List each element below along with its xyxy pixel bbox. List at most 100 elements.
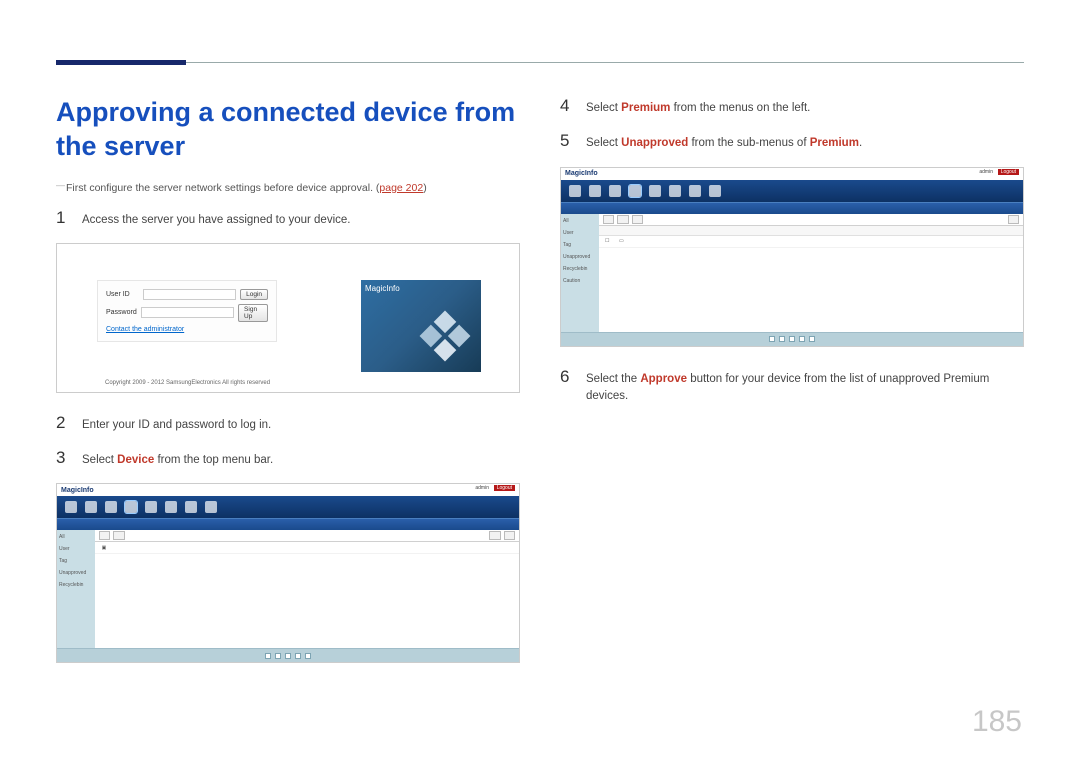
- thumb-icon: ▣: [95, 545, 113, 551]
- menu-icon[interactable]: [185, 501, 197, 513]
- menu-icon[interactable]: [105, 501, 117, 513]
- sidebar-item-unapproved[interactable]: Unapproved: [563, 254, 597, 260]
- screenshot-login: User ID Login Password Sign Up Contact t…: [56, 243, 520, 393]
- sidebar-item[interactable]: All: [59, 534, 93, 540]
- control-bar: [599, 214, 1023, 226]
- brand-panel: MagicInfo: [361, 280, 481, 372]
- note-text: First configure the server network setti…: [66, 182, 379, 194]
- step-number: 3: [56, 448, 70, 468]
- page-header-rule: [56, 62, 1024, 63]
- keyword-device: Device: [117, 454, 154, 466]
- step-number: 6: [560, 367, 574, 387]
- signup-button[interactable]: Sign Up: [238, 304, 268, 322]
- pager-dot-icon[interactable]: [769, 336, 775, 342]
- step-text: Select Premium from the menus on the lef…: [586, 100, 1024, 117]
- step-text-pre: Select: [586, 137, 621, 149]
- menu-icon[interactable]: [205, 501, 217, 513]
- login-button[interactable]: Login: [240, 289, 268, 300]
- pager-dot-icon[interactable]: [799, 336, 805, 342]
- sidebar-item[interactable]: Recyclebin: [59, 582, 93, 588]
- pager-dot-icon[interactable]: [809, 336, 815, 342]
- pager-dot-icon[interactable]: [779, 336, 785, 342]
- page-header-accent: [56, 60, 186, 65]
- toolbar-button[interactable]: [617, 215, 628, 224]
- app-titlebar: MagicInfo admin Logout: [561, 168, 1023, 180]
- sidebar-item[interactable]: User: [59, 546, 93, 552]
- toolbar-button[interactable]: [99, 531, 110, 540]
- user-id-field[interactable]: [143, 289, 236, 300]
- sidebar-item[interactable]: User: [563, 230, 597, 236]
- device-menu-icon[interactable]: [629, 185, 641, 197]
- pager-dot-icon[interactable]: [285, 653, 291, 659]
- sidebar-item[interactable]: All: [563, 218, 597, 224]
- step-text-post: .: [859, 137, 862, 149]
- step-text-pre: Select: [586, 102, 621, 114]
- step-number: 2: [56, 413, 70, 433]
- menu-icon[interactable]: [649, 185, 661, 197]
- menu-icon[interactable]: [689, 185, 701, 197]
- keyword-approve: Approve: [640, 373, 687, 385]
- step-4: 4 Select Premium from the menus on the l…: [560, 96, 1024, 117]
- menu-icon[interactable]: [65, 501, 77, 513]
- menu-icon[interactable]: [709, 185, 721, 197]
- pager-dot-icon[interactable]: [789, 336, 795, 342]
- top-menu-bar: [57, 496, 519, 518]
- step-2: 2 Enter your ID and password to log in.: [56, 413, 520, 434]
- menu-icon[interactable]: [609, 185, 621, 197]
- logout-button[interactable]: Logout: [998, 169, 1019, 175]
- menu-icon[interactable]: [145, 501, 157, 513]
- menu-icon[interactable]: [85, 501, 97, 513]
- step-number: 4: [560, 96, 574, 116]
- login-copyright: Copyright 2009 - 2012 SamsungElectronics…: [105, 380, 270, 386]
- step-5: 5 Select Unapproved from the sub-menus o…: [560, 131, 1024, 152]
- toolbar-button[interactable]: [632, 215, 643, 224]
- screenshot-device-menu: MagicInfo admin Logout All User Tag: [56, 483, 520, 663]
- toolbar-button[interactable]: [1008, 215, 1019, 224]
- config-note: First configure the server network setti…: [56, 182, 520, 194]
- pager-dot-icon[interactable]: [295, 653, 301, 659]
- sidebar-item[interactable]: Recyclebin: [563, 266, 597, 272]
- app-footer: [57, 648, 519, 662]
- step-text: Enter your ID and password to log in.: [82, 417, 520, 434]
- menu-icon[interactable]: [589, 185, 601, 197]
- app-brand: MagicInfo: [565, 170, 598, 177]
- step-text: Access the server you have assigned to y…: [82, 212, 520, 229]
- current-user: admin: [475, 485, 489, 491]
- list-item[interactable]: ▣: [95, 542, 519, 554]
- checkbox-icon[interactable]: ☐: [599, 238, 613, 244]
- sidebar-item[interactable]: Caution: [563, 278, 597, 284]
- sidebar-item[interactable]: Tag: [59, 558, 93, 564]
- pager-dot-icon[interactable]: [305, 653, 311, 659]
- password-label: Password: [106, 309, 137, 316]
- brand-text: MagicInfo: [365, 284, 400, 293]
- step-text-pre: Select: [82, 454, 117, 466]
- logout-button[interactable]: Logout: [494, 485, 515, 491]
- table-row[interactable]: ☐ ▭: [599, 236, 1023, 248]
- sub-tab-bar: [561, 202, 1023, 214]
- pager-dot-icon[interactable]: [275, 653, 281, 659]
- password-field[interactable]: [141, 307, 234, 318]
- user-id-label: User ID: [106, 291, 139, 298]
- app-footer: [561, 332, 1023, 346]
- device-menu-icon[interactable]: [125, 501, 137, 513]
- toolbar-button[interactable]: [504, 531, 515, 540]
- app-titlebar: MagicInfo admin Logout: [57, 484, 519, 496]
- step-1: 1 Access the server you have assigned to…: [56, 208, 520, 229]
- menu-icon[interactable]: [165, 501, 177, 513]
- sidebar: All User Tag Unapproved Recyclebin: [57, 530, 95, 648]
- approve-button[interactable]: [603, 215, 614, 224]
- toolbar-button[interactable]: [489, 531, 500, 540]
- screenshot-unapproved-list: MagicInfo admin Logout All User Tag: [560, 167, 1024, 347]
- page-title: Approving a connected device from the se…: [56, 96, 520, 164]
- toolbar-button[interactable]: [113, 531, 124, 540]
- app-brand: MagicInfo: [61, 487, 94, 494]
- keyword-premium: Premium: [621, 102, 670, 114]
- page-link[interactable]: page 202: [379, 182, 423, 194]
- sidebar-item[interactable]: Tag: [563, 242, 597, 248]
- contact-admin-link[interactable]: Contact the administrator: [106, 326, 268, 333]
- sidebar-item[interactable]: Unapproved: [59, 570, 93, 576]
- menu-icon[interactable]: [669, 185, 681, 197]
- sub-tab-bar: [57, 518, 519, 530]
- menu-icon[interactable]: [569, 185, 581, 197]
- pager-dot-icon[interactable]: [265, 653, 271, 659]
